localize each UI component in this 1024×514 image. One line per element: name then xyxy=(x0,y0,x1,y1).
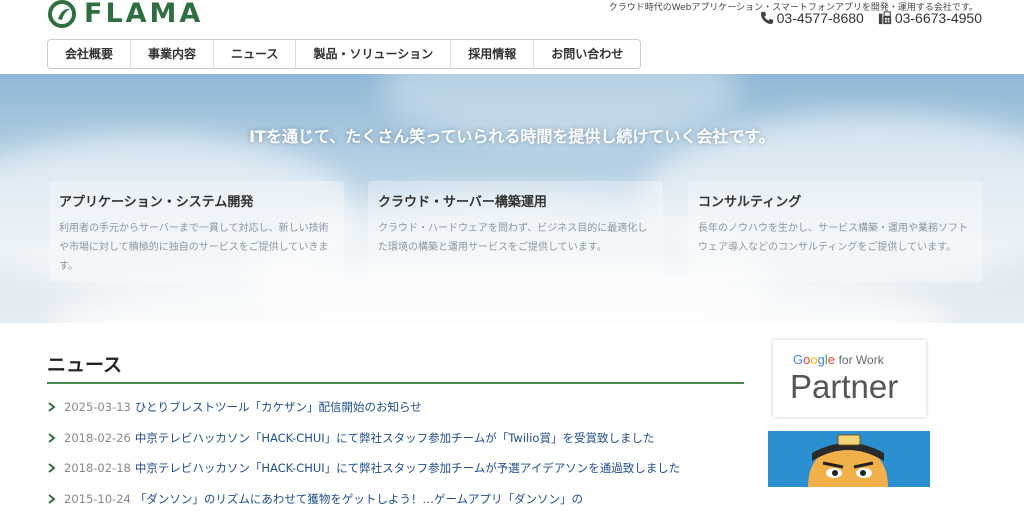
news-item[interactable]: 2018-02-26 中京テレビハッカソン「HACK-CHUI」にて弊社スタッフ… xyxy=(47,423,744,454)
chevron-right-icon xyxy=(47,463,57,473)
logo-text: FLAMA xyxy=(84,0,203,28)
news-heading: ニュース xyxy=(47,350,744,384)
fax-icon xyxy=(878,11,892,25)
google-wordmark: Google xyxy=(793,352,835,367)
contact-numbers: 03-4577-8680 03-6673-4950 xyxy=(760,10,982,26)
nav-item-news[interactable]: ニュース xyxy=(214,40,296,68)
card-body: クラウド・ハードウェアを問わず、ビジネス目的に最適化した環境の構築と運用サービス… xyxy=(378,219,653,257)
partner-badge-top: Google for Work xyxy=(793,352,884,367)
card-body: 利用者の手元からサーバーまで一貫して対応し、新しい技術や市場に対して積極的に独自… xyxy=(59,219,334,276)
news-item[interactable]: 2025-03-13 ひとりブレストツール「カケザン」配信開始のお知らせ xyxy=(47,392,744,423)
news-title[interactable]: 中京テレビハッカソン「HACK-CHUI」にて弊社スタッフ参加チームが予選アイデ… xyxy=(135,460,680,476)
news-date: 2018-02-26 xyxy=(64,431,131,445)
chevron-right-icon xyxy=(47,433,57,443)
card-body: 長年のノウハウを生かし、サービス構築・運用や業務ソフトウェア導入などのコンサルテ… xyxy=(698,219,973,257)
news-date: 2015-10-24 xyxy=(64,492,131,506)
nav-item-contact[interactable]: お問い合わせ xyxy=(534,40,640,68)
news-date: 2025-03-13 xyxy=(64,400,131,414)
card-title: クラウド・サーバー構築運用 xyxy=(378,191,653,210)
nav-item-business[interactable]: 事業内容 xyxy=(131,40,214,68)
service-card-cloud[interactable]: クラウド・サーバー構築運用 クラウド・ハードウェアを問わず、ビジネス目的に最適化… xyxy=(368,181,663,282)
news-title[interactable]: 「ダンソン」のリズムにあわせて獲物をゲットしよう！…ゲームアプリ「ダンソン」の xyxy=(135,491,583,507)
nav-item-products[interactable]: 製品・ソリューション xyxy=(296,40,451,68)
logo[interactable]: FLAMA xyxy=(48,0,203,28)
site-header: FLAMA クラウド時代のWebアプリケーション・スマートフォンアプリを開発・運… xyxy=(0,0,1024,74)
news-item[interactable]: 2015-10-24 「ダンソン」のリズムにあわせて獲物をゲットしよう！…ゲーム… xyxy=(47,484,744,514)
main-content: ニュース 2025-03-13 ひとりブレストツール「カケザン」配信開始のお知ら… xyxy=(47,323,744,514)
chevron-right-icon xyxy=(47,402,57,412)
character-illustration xyxy=(768,431,930,487)
hero-title: ITを通じて、たくさん笑っていられる時間を提供し続けていく会社です。 xyxy=(0,123,1024,147)
chevron-right-icon xyxy=(47,494,57,504)
phone-number-text: 03-4577-8680 xyxy=(777,10,864,26)
news-date: 2018-02-18 xyxy=(64,461,131,475)
flama-logo-icon xyxy=(48,0,76,28)
app-promo-banner[interactable] xyxy=(768,431,930,487)
main-nav: 会社概要 事業内容 ニュース 製品・ソリューション 採用情報 お問い合わせ xyxy=(47,39,641,69)
service-card-consulting[interactable]: コンサルティング 長年のノウハウを生かし、サービス構築・運用や業務ソフトウェア導… xyxy=(688,181,983,282)
news-item[interactable]: 2018-02-18 中京テレビハッカソン「HACK-CHUI」にて弊社スタッフ… xyxy=(47,453,744,484)
service-card-app[interactable]: アプリケーション・システム開発 利用者の手元からサーバーまで一貫して対応し、新し… xyxy=(49,181,344,282)
fax-number: 03-6673-4950 xyxy=(878,10,982,26)
news-list: 2025-03-13 ひとりブレストツール「カケザン」配信開始のお知らせ 201… xyxy=(47,392,744,514)
partner-big-text: Partner xyxy=(790,368,898,406)
phone-number[interactable]: 03-4577-8680 xyxy=(760,10,864,26)
nav-item-company[interactable]: 会社概要 xyxy=(48,40,131,68)
news-title[interactable]: 中京テレビハッカソン「HACK-CHUI」にて弊社スタッフ参加チームが「Twil… xyxy=(135,430,655,446)
news-title[interactable]: ひとりブレストツール「カケザン」配信開始のお知らせ xyxy=(135,399,422,415)
fax-number-text: 03-6673-4950 xyxy=(895,10,982,26)
card-title: アプリケーション・システム開発 xyxy=(59,191,334,210)
nav-item-recruit[interactable]: 採用情報 xyxy=(451,40,534,68)
phone-icon xyxy=(760,11,774,25)
card-title: コンサルティング xyxy=(698,191,973,210)
partner-for-work: for Work xyxy=(839,353,884,367)
google-partner-badge[interactable]: Google for Work Partner xyxy=(773,340,926,417)
hero-banner: ITを通じて、たくさん笑っていられる時間を提供し続けていく会社です。 アプリケー… xyxy=(0,74,1024,323)
